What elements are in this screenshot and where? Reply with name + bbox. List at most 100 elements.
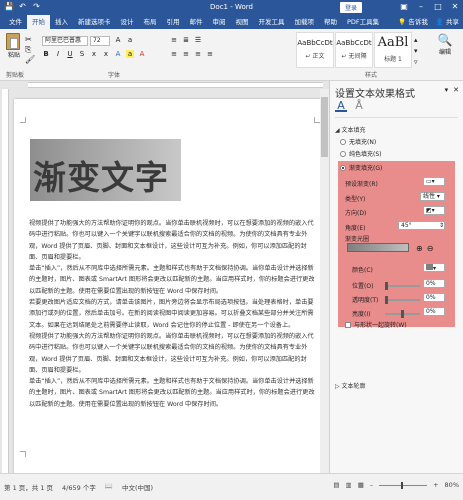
bold-icon[interactable]: B (42, 50, 50, 58)
gradient-stops-bar[interactable] (347, 243, 409, 252)
rotate-with-shape-checkbox[interactable]: 与形状一起旋转(W) (345, 320, 407, 329)
tell-me-button[interactable]: 💡 告诉我 (398, 15, 428, 29)
style-no-spacing[interactable]: AaBbCcDt ↵ 无间隔 (335, 32, 373, 68)
zoom-in-icon[interactable]: + (433, 481, 438, 489)
word-art-textbox[interactable]: 渐变文字 (30, 139, 181, 201)
text-effects-icon[interactable]: Å (353, 100, 365, 112)
tab-view[interactable]: 视图 (231, 15, 254, 29)
maximize-icon[interactable]: □ (433, 2, 443, 12)
italic-icon[interactable]: I (54, 50, 62, 58)
web-layout-icon[interactable]: ▦ (358, 481, 364, 489)
text-fill-section[interactable]: ◢ 文本填充 (335, 125, 366, 134)
direction-dropdown[interactable]: ◩▾ (423, 206, 445, 215)
align-center-icon[interactable]: ≡ (182, 50, 190, 58)
document-body[interactable]: 视频提供了功能强大的方法帮助你证明你的观点。当你单击联机视频时，可以在想要添加的… (29, 218, 318, 410)
scroll-down-icon[interactable]: ▾ (414, 46, 418, 57)
zoom-slider[interactable] (379, 481, 428, 489)
font-name-box[interactable]: 阿里巴巴普惠 (42, 36, 88, 46)
minimize-icon[interactable]: – (416, 2, 426, 12)
type-dropdown[interactable]: 线性 ▾ (420, 192, 445, 201)
login-button[interactable]: 登录 (340, 2, 363, 13)
page-count[interactable]: 第 1 页，共 1 页 (4, 482, 53, 492)
tab-mailings[interactable]: 邮件 (185, 15, 208, 29)
transparency-input[interactable]: 0% (423, 293, 445, 302)
proofing-icon[interactable]: 📖 (105, 482, 113, 492)
ruler-bar[interactable] (28, 82, 323, 88)
zoom-knob[interactable] (401, 481, 404, 489)
font-size-box[interactable]: 72 (90, 36, 110, 46)
tab-home[interactable]: 开始 (27, 15, 50, 29)
page[interactable]: 渐变文字 视频提供了功能强大的方法帮助你证明你的观点。当你单击联机视频时，可以在… (14, 99, 326, 473)
preset-gradient-dropdown[interactable]: ▭▾ (423, 177, 445, 186)
read-mode-icon[interactable]: ▤ (333, 481, 339, 489)
editing-button[interactable]: 🔍 编辑 (432, 33, 458, 56)
tab-addins[interactable]: 加载项 (290, 15, 320, 29)
more-styles-icon[interactable]: ▿ (414, 57, 418, 68)
subscript-icon[interactable]: x (90, 50, 98, 58)
highlight-icon[interactable]: a (126, 50, 134, 58)
paragraph[interactable]: 视频提供了功能强大的方法帮助你证明你的观点。当你单击联机视频时，可以在想要添加的… (29, 218, 318, 263)
tab-developer[interactable]: 开发工具 (254, 15, 290, 29)
solid-fill-option[interactable]: 纯色填充(S) (340, 149, 382, 158)
paste-button[interactable]: 粘贴 (6, 33, 22, 59)
close-icon[interactable]: ✕ (450, 2, 460, 12)
word-art-text[interactable]: 渐变文字 (33, 151, 169, 199)
tab-new[interactable]: 新建选项卡 (73, 15, 116, 29)
strike-icon[interactable]: S (78, 50, 86, 58)
pane-options-icon[interactable]: ▾ (445, 86, 449, 94)
numbering-icon[interactable]: ≣ (182, 36, 190, 44)
slider-knob[interactable] (385, 282, 388, 290)
paragraph[interactable]: 单击“插入”，然后从不同库中选择所需元素。主题和样式也有助于文档保持协调。当你单… (29, 376, 318, 410)
position-input[interactable]: 0% (423, 279, 445, 288)
no-fill-option[interactable]: 无填充(N) (340, 137, 376, 146)
superscript-icon[interactable]: x (102, 50, 110, 58)
tab-file[interactable]: 文件 (4, 15, 27, 29)
style-normal[interactable]: AaBbCcDt ↵ 正文 (296, 32, 334, 68)
shrink-font-icon[interactable]: a (126, 36, 134, 44)
share-button[interactable]: 👤 共享 (436, 15, 459, 29)
bullets-icon[interactable]: ≡ (170, 36, 178, 44)
slider-knob[interactable] (401, 310, 404, 318)
font-color-icon[interactable]: A (138, 50, 146, 58)
ribbon-display-icon[interactable]: ▣ (399, 2, 409, 12)
paragraph[interactable]: 单击“插入”，然后从不同库中选择所需元素。主题和样式也有助于文档保持协调。当你单… (29, 263, 318, 297)
text-outline-section[interactable]: ▷ 文本轮廓 (335, 381, 366, 390)
add-stop-icon[interactable]: ⊕ (416, 244, 423, 253)
paragraph[interactable]: 视频提供了功能强大的方法帮助你证明你的观点。当你单击联机视频时，可以在想要添加的… (29, 331, 318, 376)
grow-font-icon[interactable]: A (114, 36, 122, 44)
align-left-icon[interactable]: ≡ (170, 50, 178, 58)
tab-pdf[interactable]: PDF工具集 (342, 15, 384, 29)
align-right-icon[interactable]: ≡ (194, 50, 202, 58)
slider-knob[interactable] (385, 296, 388, 304)
brightness-slider[interactable] (385, 310, 420, 318)
print-layout-icon[interactable]: ▥ (346, 481, 352, 489)
text-effect-icon[interactable]: A (114, 50, 122, 58)
zoom-out-icon[interactable]: – (370, 481, 373, 489)
tab-insert[interactable]: 插入 (50, 15, 73, 29)
language[interactable]: 中文(中国) (122, 482, 153, 492)
angle-input[interactable]: 45° ⇕ (398, 221, 445, 230)
brightness-input[interactable]: 0% (423, 307, 445, 316)
tab-layout[interactable]: 布局 (139, 15, 162, 29)
paragraph[interactable]: 若要更改图片适应文档的方式，请单击该图片，图片旁边将会显示布局选项按钮。当处理表… (29, 297, 318, 331)
tab-references[interactable]: 引用 (162, 15, 185, 29)
word-count[interactable]: 4/659 个字 (62, 482, 96, 492)
vertical-scrollbar[interactable] (320, 89, 329, 473)
text-fill-outline-icon[interactable]: A (335, 100, 347, 112)
remove-stop-icon[interactable]: ⊖ (427, 244, 434, 253)
tab-review[interactable]: 审阅 (208, 15, 231, 29)
multilevel-icon[interactable]: ☰ (194, 36, 202, 44)
transparency-slider[interactable] (385, 296, 420, 304)
scrollbar-thumb[interactable] (321, 97, 328, 157)
color-dropdown[interactable]: ▾ (423, 263, 445, 272)
position-slider[interactable] (385, 282, 420, 290)
zoom-level[interactable]: 80% (445, 481, 459, 489)
format-painter-icon[interactable]: 🖌 (25, 55, 35, 65)
cut-icon[interactable]: ✂ (25, 35, 35, 45)
justify-icon[interactable]: ≡ (206, 50, 214, 58)
copy-icon[interactable]: ⎘ (25, 45, 35, 55)
gradient-fill-option[interactable]: 渐变填充(G) (340, 163, 382, 172)
underline-icon[interactable]: U (66, 50, 74, 58)
pane-close-icon[interactable]: ✕ (453, 86, 459, 94)
tab-design[interactable]: 设计 (116, 15, 139, 29)
